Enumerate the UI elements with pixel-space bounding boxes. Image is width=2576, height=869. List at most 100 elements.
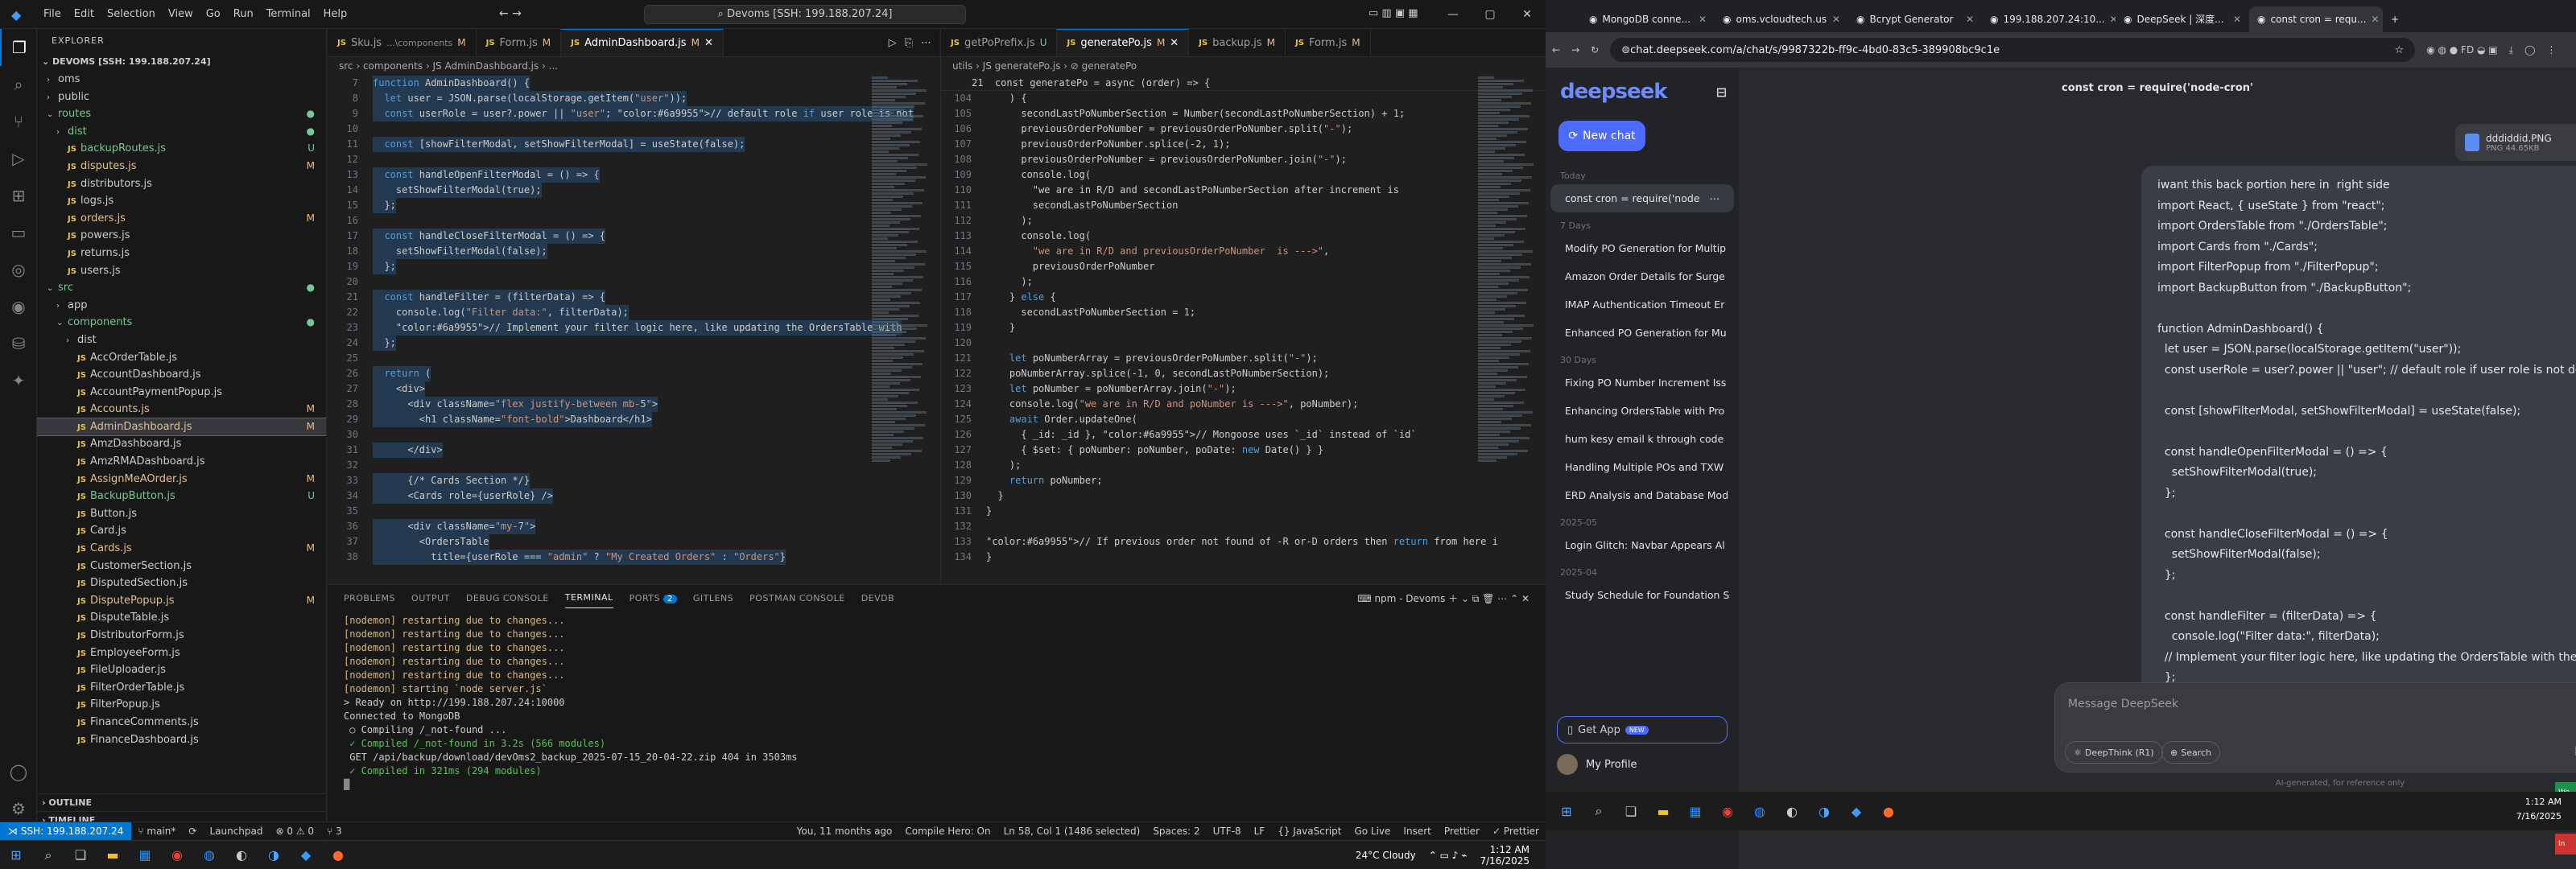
layout-icons[interactable]: ▭ ▥ ▣ ▦ [1368, 7, 1418, 19]
menu-item-terminal[interactable]: Terminal [260, 0, 317, 29]
launchpad-button[interactable]: Launchpad [203, 826, 269, 837]
browser-tab[interactable]: ◉ MongoDB conne... ✕ [1581, 6, 1715, 32]
close-icon[interactable]: ✕ [704, 29, 713, 56]
tree-file[interactable]: JS EmployeeForm.js [37, 645, 326, 662]
panel-actions[interactable]: ＋ ⌄ ⧉ 🗑 ⋯ ⌃ ✕ [1445, 593, 1530, 604]
nav-arrows-icon[interactable]: ← → [499, 7, 522, 20]
code-line[interactable]: 18 setShowFilterModal(false); [328, 244, 939, 259]
panel-tab-devdb[interactable]: DEVDB [861, 593, 894, 603]
code-line[interactable]: 16 [328, 213, 939, 229]
code-line[interactable]: 104 ) { [941, 91, 1546, 106]
tree-folder[interactable]: › oms [37, 71, 326, 89]
code-line[interactable]: 11 const [showFilterModal, setShowFilter… [328, 137, 939, 152]
code-line[interactable]: 36 <div className="my-7"> [328, 519, 939, 534]
encoding[interactable]: UTF-8 [1207, 826, 1248, 837]
message-input-box[interactable]: Message DeepSeek ⚛ DeepThink (R1) ⊕ Search… [2054, 682, 2576, 772]
tree-folder[interactable]: ⌄ src ● [37, 279, 326, 297]
windows-start-icon[interactable]: ⊞ [0, 841, 32, 869]
tree-file[interactable]: JS AmzRMADashboard.js [37, 453, 326, 471]
browser-menu-icon[interactable]: ⋮ [2546, 44, 2556, 56]
tree-file[interactable]: JS BackupButton.js U [37, 488, 326, 505]
get-app-button[interactable]: ▯ Get App NEW [1557, 716, 1728, 743]
tree-file[interactable]: JS distributors.js [37, 175, 326, 193]
prettier-check[interactable]: ✓ Prettier [1486, 826, 1546, 837]
tree-file[interactable]: JS Accounts.js M [37, 401, 326, 418]
windows-start-icon[interactable]: ⊞ [1550, 797, 1583, 826]
tree-file[interactable]: JS DisputedSection.js [37, 575, 326, 592]
vscode-taskbar-icon[interactable]: ◆ [290, 841, 322, 869]
code-line[interactable]: 109 console.log( [941, 167, 1546, 183]
file-explorer-icon[interactable]: ▬ [97, 841, 129, 869]
editor-tab[interactable]: JS generatePo.js M ✕ [1057, 29, 1190, 56]
menu-item-go[interactable]: Go [200, 0, 227, 29]
tree-file[interactable]: JS returns.js [37, 245, 326, 262]
extensions-icon[interactable]: ⊞ [0, 177, 37, 214]
history-item[interactable]: Enhanced PO Generation for Mu [1550, 319, 1734, 347]
tree-folder[interactable]: › dist [37, 332, 326, 349]
store-icon[interactable]: ▦ [1679, 797, 1711, 826]
panel-tab-gitlens[interactable]: GITLENS [693, 593, 733, 603]
code-line[interactable]: 121 let poNumberArray = previousOrderPoN… [941, 351, 1546, 366]
close-button[interactable]: ✕ [1509, 0, 1546, 29]
clock[interactable]: 1:12 AM 7/16/2025 [2516, 795, 2562, 824]
zoom-icon[interactable]: ◍ [1744, 797, 1776, 826]
menu-item-view[interactable]: View [162, 0, 200, 29]
code-line[interactable]: 25 [328, 351, 939, 366]
code-line[interactable]: 7 function AdminDashboard() { [328, 76, 939, 91]
tree-file[interactable]: JS powers.js [37, 227, 326, 245]
postman-taskbar-icon[interactable]: ● [322, 841, 354, 869]
profile-icon[interactable]: ◯ [2524, 44, 2535, 56]
run-debug-icon[interactable]: ▷ [0, 140, 37, 177]
collapse-sidebar-icon[interactable]: ⊟ [1716, 84, 1727, 100]
problems-indicator[interactable]: ⊗ 0 ⚠ 0 [269, 826, 320, 837]
close-tab-icon[interactable]: ✕ [1966, 6, 1974, 32]
code-line[interactable]: 22 console.log("Filter data:", filterDat… [328, 305, 939, 320]
tree-file[interactable]: JS DisputePopup.js M [37, 592, 326, 610]
tree-file[interactable]: JS FinanceComments.js [37, 714, 326, 731]
code-line[interactable]: 122 poNumberArray.splice(-1, 0, secondLa… [941, 366, 1546, 381]
search-icon[interactable]: ⌕ [1583, 797, 1615, 826]
sync-button[interactable]: ⟳ [182, 826, 203, 837]
run-icon[interactable]: ▷ [889, 37, 897, 49]
code-line[interactable]: 19 }; [328, 259, 939, 274]
weather-widget[interactable]: 24°C Cloudy [1356, 850, 1416, 861]
browser-tab[interactable]: ◉ 199.188.207.24:10... ✕ [1982, 6, 2116, 32]
tree-file[interactable]: JS CustomerSection.js [37, 558, 326, 575]
eol[interactable]: LF [1248, 826, 1272, 837]
close-tab-icon[interactable]: ✕ [2110, 6, 2116, 32]
code-line[interactable]: 15 }; [328, 198, 939, 213]
reload-icon[interactable]: ↻ [1591, 44, 1599, 56]
branch-indicator[interactable]: ⑂ main* [131, 826, 182, 837]
code-line[interactable]: 120 [941, 336, 1546, 351]
history-item[interactable]: const cron = require('node ⋯ [1550, 184, 1734, 212]
menu-item-edit[interactable]: Edit [68, 0, 101, 29]
tree-file[interactable]: JS AssignMeAOrder.js M [37, 471, 326, 488]
chrome-icon[interactable]: ◉ [161, 841, 193, 869]
tree-folder[interactable]: › dist ● [37, 123, 326, 141]
deepseek-logo[interactable]: deepseek ⊟ [1546, 68, 1739, 116]
menu-item-run[interactable]: Run [227, 0, 260, 29]
search-icon[interactable]: ⌕ [0, 66, 37, 103]
panel-tab-terminal[interactable]: TERMINAL [564, 588, 613, 608]
code-line[interactable]: 119 } [941, 320, 1546, 336]
code-line[interactable]: 116 ); [941, 274, 1546, 290]
code-line[interactable]: 118 secondLastPoNumberSection = 1; [941, 305, 1546, 320]
history-item[interactable]: IMAP Authentication Timeout Er [1550, 290, 1734, 319]
history-item[interactable]: ERD Analysis and Database Mod [1550, 481, 1734, 509]
code-line[interactable]: 133 "color:#6a9955">// If previous order … [941, 534, 1546, 550]
tree-file[interactable]: JS FilterOrderTable.js [37, 679, 326, 697]
tree-file[interactable]: JS backupRoutes.js U [37, 140, 326, 158]
breadcrumb[interactable]: src › components › JS AdminDashboard.js … [328, 57, 939, 75]
workspace-root[interactable]: ⌄ DEVOMS [SSH: 199.188.207.24] [37, 53, 326, 71]
prettier-status[interactable]: Prettier [1438, 826, 1486, 837]
gitlens-icon[interactable]: ◎ [0, 251, 37, 288]
tree-file[interactable]: JS orders.js M [37, 210, 326, 228]
tree-folder[interactable]: ⌄ components ● [37, 314, 326, 332]
code-line[interactable]: 28 <div className="flex justify-between … [328, 397, 939, 412]
tree-file[interactable]: JS FinanceDashboard.js [37, 731, 326, 749]
more-icon[interactable]: ⋯ [921, 37, 931, 49]
browser-tab[interactable]: ◉ const cron = requ... ✕ [2249, 6, 2383, 32]
history-item[interactable]: Modify PO Generation for Multip [1550, 234, 1734, 262]
compile-hero[interactable]: Compile Hero: On [898, 826, 997, 837]
tree-file[interactable]: JS logs.js [37, 192, 326, 210]
